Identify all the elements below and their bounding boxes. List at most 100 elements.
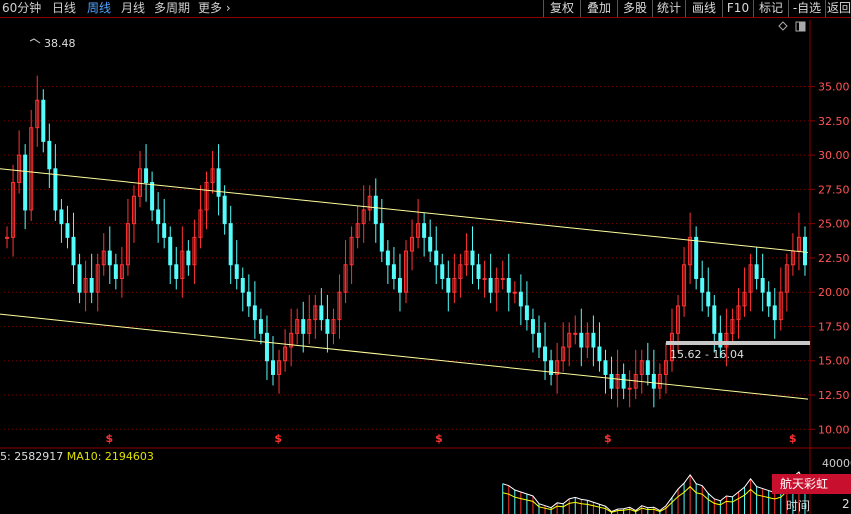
tab-daily[interactable]: 日线 bbox=[52, 0, 76, 17]
candle-body bbox=[772, 305, 777, 321]
candle-body bbox=[440, 264, 445, 279]
volume-line bbox=[502, 471, 806, 513]
candle-body bbox=[271, 360, 276, 375]
candle-body bbox=[476, 264, 481, 279]
tab-more-label: 更多 bbox=[198, 1, 223, 15]
candle-body bbox=[446, 277, 451, 293]
statistics-button[interactable]: 统计 bbox=[652, 0, 685, 17]
candle-body bbox=[264, 332, 269, 362]
candle-body bbox=[512, 291, 517, 294]
candle-body bbox=[543, 346, 548, 362]
price-tick-label: 32.50 bbox=[818, 115, 850, 128]
chevron-right-icon: › bbox=[225, 1, 231, 15]
price-tick-label: 17.50 bbox=[818, 320, 850, 333]
price-tick-label: 10.00 bbox=[818, 423, 850, 436]
candle-body bbox=[802, 236, 807, 266]
event-marker-icon: $ bbox=[435, 432, 443, 445]
candle-body bbox=[434, 250, 439, 266]
candle-body bbox=[597, 346, 602, 362]
tab-more[interactable]: 更多 › bbox=[198, 0, 231, 17]
candle-body bbox=[482, 277, 487, 280]
price-tick-label: 22.50 bbox=[818, 252, 850, 265]
candle-body bbox=[397, 277, 402, 293]
candle-body bbox=[246, 291, 251, 307]
candle-body bbox=[651, 373, 656, 389]
overlay-button[interactable]: 叠加 bbox=[580, 0, 617, 17]
back-button[interactable]: 返回 bbox=[825, 0, 851, 17]
event-marker-icon: $ bbox=[789, 432, 797, 445]
candle-body bbox=[470, 250, 475, 266]
high-pointer bbox=[29, 38, 41, 44]
candle-body bbox=[77, 264, 82, 293]
candle-body bbox=[65, 223, 70, 238]
event-marker-icon: $ bbox=[604, 432, 612, 445]
candle-body bbox=[89, 277, 94, 293]
restore-rights-button[interactable]: 复权 bbox=[543, 0, 580, 17]
mark-button[interactable]: 标记 bbox=[753, 0, 788, 17]
event-markers: $ $ $ $ $ bbox=[106, 432, 797, 445]
candle-body bbox=[325, 319, 330, 334]
channel-upper bbox=[0, 168, 809, 253]
multi-stock-button[interactable]: 多股 bbox=[617, 0, 652, 17]
tab-60min[interactable]: 60分钟 bbox=[2, 0, 41, 17]
candle-body bbox=[627, 387, 632, 390]
window-toggle-icon-inner bbox=[799, 22, 805, 31]
candle-body bbox=[524, 305, 529, 321]
candle-body bbox=[162, 223, 167, 238]
candle-body bbox=[694, 236, 699, 279]
candle-body bbox=[23, 154, 28, 211]
stock-name-badge[interactable]: 航天彩虹 bbox=[772, 474, 851, 494]
candle-body bbox=[228, 223, 233, 266]
price-tick-label: 30.00 bbox=[818, 149, 850, 162]
candle-body bbox=[488, 277, 493, 293]
candle-body bbox=[168, 236, 173, 266]
candle-body bbox=[234, 264, 239, 279]
volume-axis-label: 40000 bbox=[822, 457, 851, 470]
tab-weekly[interactable]: 周线 bbox=[87, 0, 111, 17]
candle-body bbox=[113, 264, 118, 279]
candle-body bbox=[5, 236, 10, 239]
diamond-icon[interactable] bbox=[778, 21, 788, 31]
chart-icons bbox=[778, 21, 806, 32]
candle-body bbox=[156, 209, 161, 225]
draw-line-button[interactable]: 画线 bbox=[685, 0, 722, 17]
candle-body bbox=[609, 373, 614, 389]
candle-body bbox=[373, 195, 378, 225]
candle-body bbox=[621, 373, 626, 389]
candle-body bbox=[518, 291, 523, 307]
range-label: 15.62 - 16.04 bbox=[670, 348, 744, 361]
candle-body bbox=[240, 277, 245, 293]
candle-body bbox=[700, 277, 705, 293]
price-tick-label: 20.00 bbox=[818, 286, 850, 299]
candle-body bbox=[379, 223, 384, 252]
tab-multi-period[interactable]: 多周期 bbox=[154, 0, 190, 17]
candle-body bbox=[174, 264, 179, 279]
high-label: 38.48 bbox=[44, 37, 76, 50]
candle-body bbox=[766, 291, 771, 307]
candle-body bbox=[385, 250, 390, 266]
event-marker-icon: $ bbox=[274, 432, 282, 445]
candle-body bbox=[428, 236, 433, 252]
candle-body bbox=[591, 332, 596, 348]
volume-indicator-info: 5: 2582917 MA10: 2194603 bbox=[0, 450, 154, 464]
price-axis: 35.00 32.50 30.00 27.50 25.00 22.50 20.00 17.50… bbox=[810, 81, 850, 436]
candle-body bbox=[216, 168, 221, 197]
tab-monthly[interactable]: 月线 bbox=[121, 0, 145, 17]
candle-body bbox=[391, 264, 396, 279]
time-value: 2 bbox=[842, 497, 850, 511]
candle-body bbox=[222, 195, 227, 225]
ma5-prefix: 5: bbox=[0, 450, 15, 463]
candle-body bbox=[573, 332, 578, 335]
remove-watchlist-button[interactable]: -自选 bbox=[788, 0, 825, 17]
candle-body bbox=[536, 332, 541, 348]
event-marker-icon: $ bbox=[106, 432, 114, 445]
candle-body bbox=[252, 305, 257, 321]
candle-body bbox=[422, 223, 427, 238]
range-box bbox=[666, 341, 810, 345]
kline-chart[interactable]: 35.00 32.50 30.00 27.50 25.00 22.50 20.00 17.50… bbox=[0, 18, 851, 514]
candle-body bbox=[186, 250, 191, 266]
candle-body bbox=[258, 319, 263, 334]
candle-body bbox=[603, 360, 608, 375]
candle-body bbox=[150, 182, 155, 211]
f10-button[interactable]: F10 bbox=[722, 0, 753, 17]
